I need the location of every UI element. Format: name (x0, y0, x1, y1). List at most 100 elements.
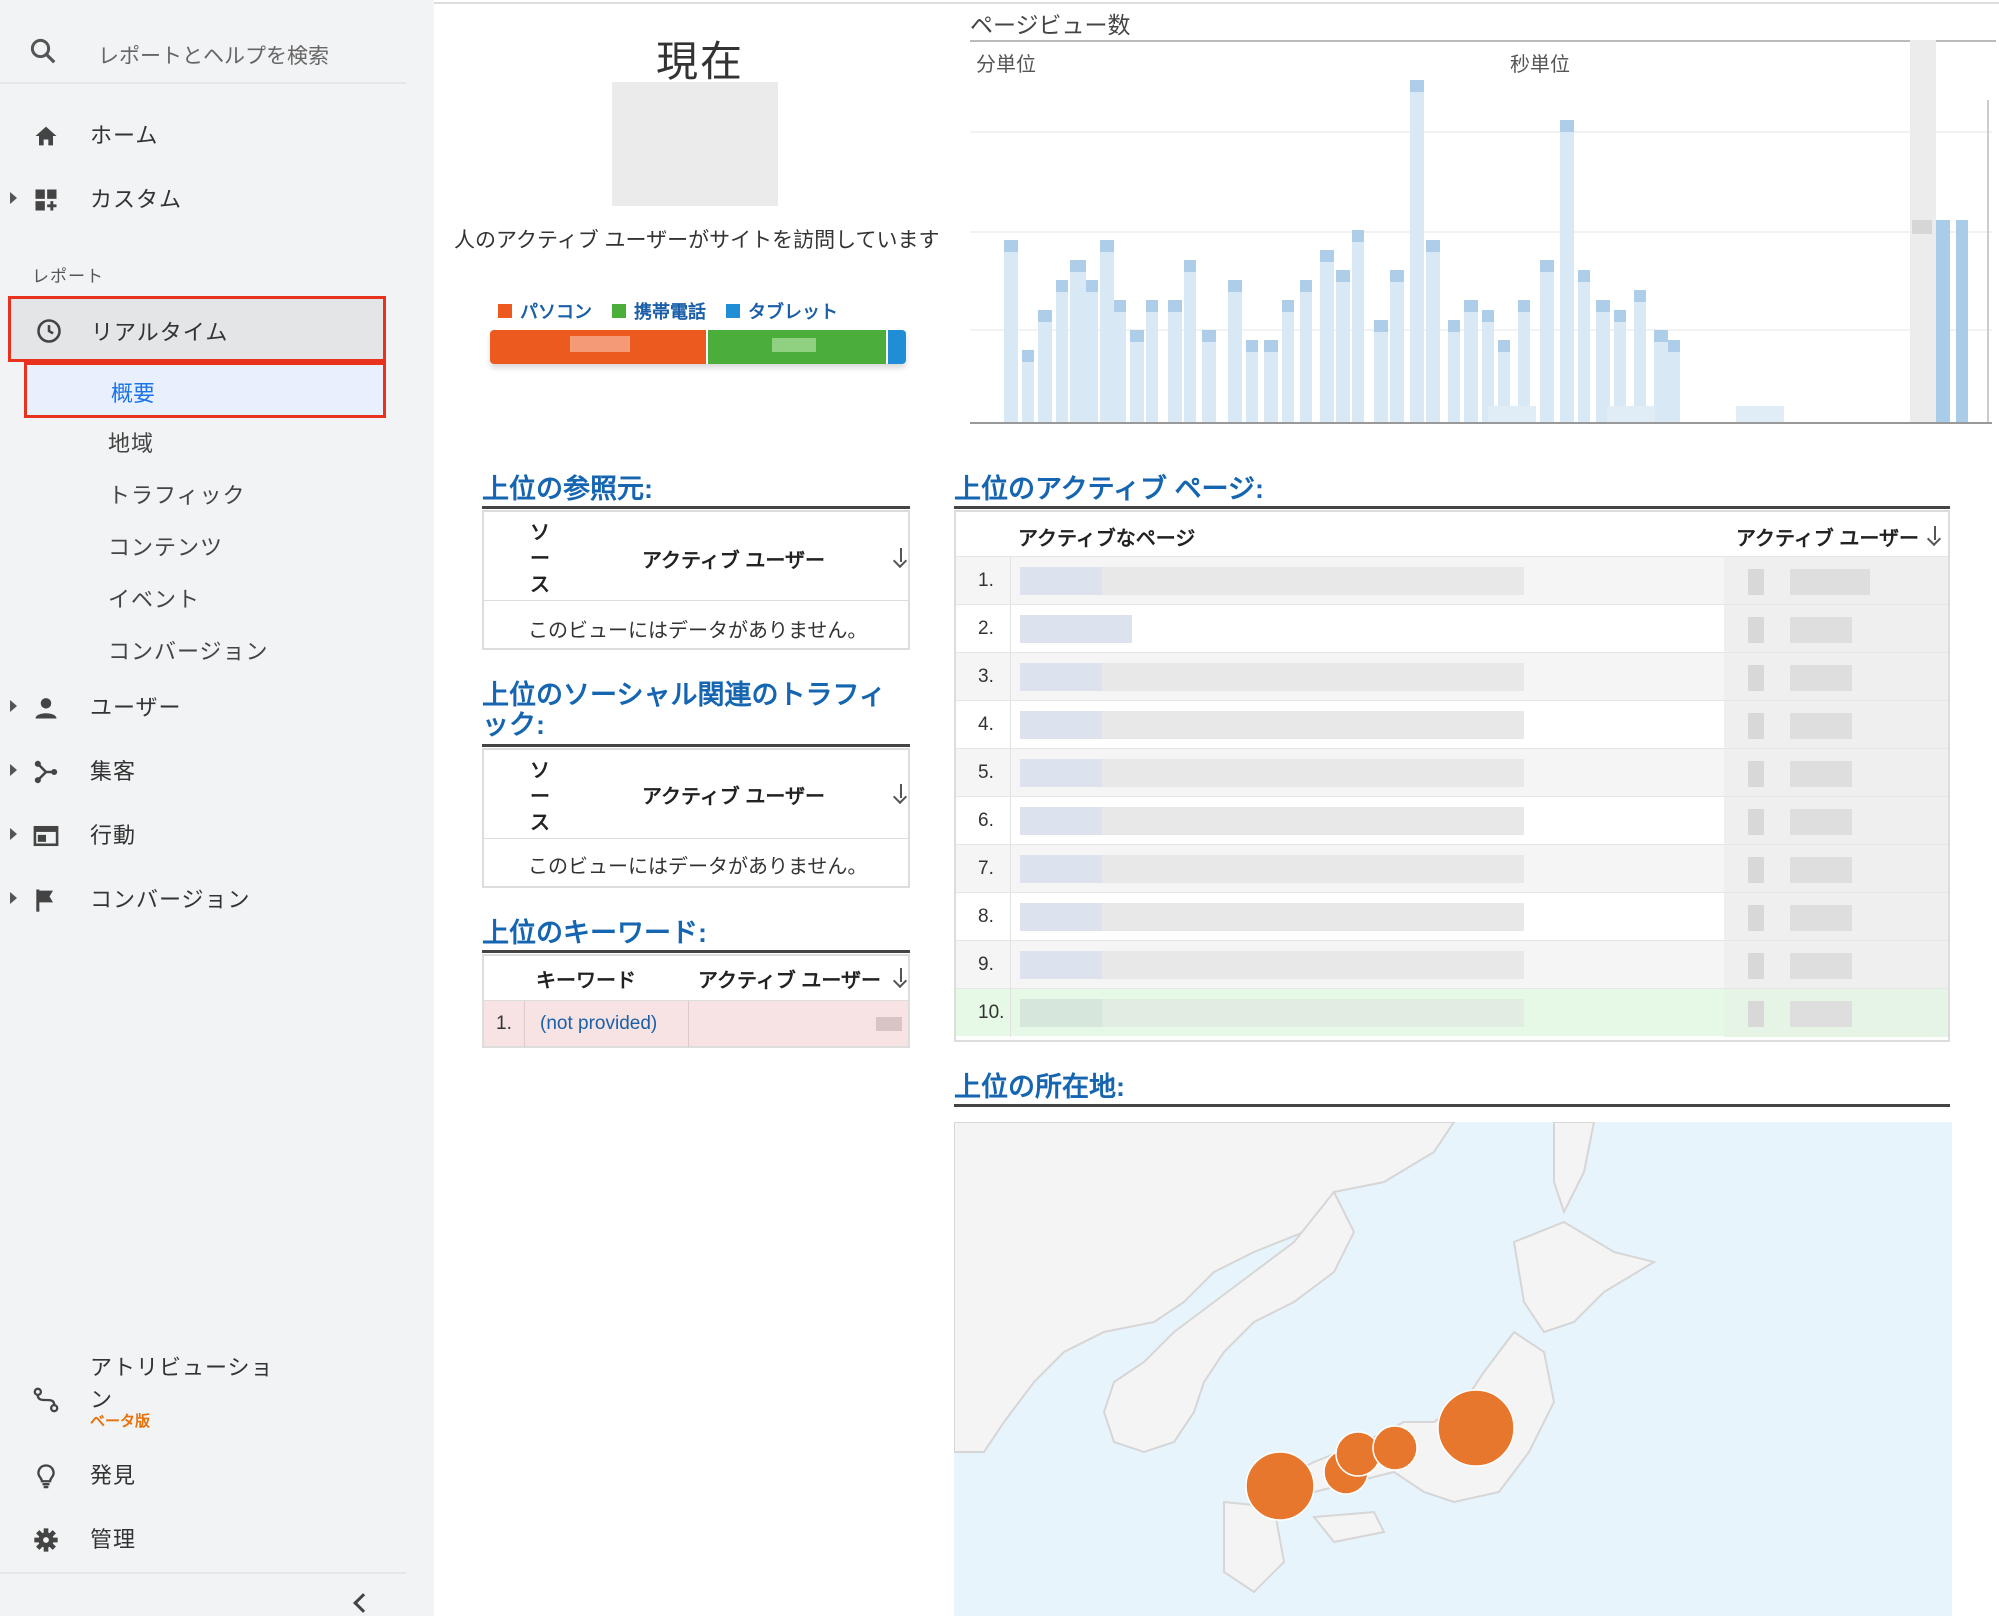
col-keyword-header[interactable]: キーワード (536, 964, 636, 993)
pageview-minute-bar-cap (1578, 270, 1590, 282)
divider (434, 2, 1999, 4)
row-number: 8. (978, 906, 994, 927)
table-row[interactable]: 5. (956, 748, 1948, 797)
pageview-minute-bar-cap (1300, 280, 1312, 292)
pageview-minute-bar (1100, 240, 1114, 423)
nav-realtime-conversions[interactable]: コンバージョン (108, 634, 269, 666)
pageviews-title: ページビュー数 (970, 12, 1131, 38)
pageview-minute-bar (1426, 240, 1440, 423)
nav-home[interactable]: ホーム (0, 104, 400, 164)
pageview-minute-bar (1596, 300, 1610, 423)
col-active-users-header[interactable]: アクティブ ユーザー (642, 544, 825, 573)
table-row[interactable]: 8. (956, 892, 1948, 941)
table-row[interactable]: 3. (956, 652, 1948, 701)
table-row[interactable]: 9. (956, 940, 1948, 989)
expand-caret-icon (10, 828, 17, 840)
nav-realtime-traffic[interactable]: トラフィック (108, 478, 246, 510)
legend-mobile: 携帯電話 (612, 298, 706, 324)
divider (954, 1104, 1950, 1107)
divider (0, 1572, 406, 1574)
locations-title: 上位の所在地: (954, 1072, 1125, 1102)
legend-swatch (612, 304, 626, 318)
social-title: 上位のソーシャル関連のトラフィ (482, 680, 886, 710)
search-bar[interactable]: レポートとヘルプを検索 (0, 20, 406, 84)
pageview-second-bar (1488, 406, 1536, 423)
legend-mobile-label: 携帯電話 (634, 302, 706, 322)
pageview-minute-bar (1038, 310, 1052, 423)
pageview-minute-bar-cap (1100, 240, 1114, 252)
pageview-minute-bar-cap (1464, 300, 1478, 312)
table-row[interactable]: 4. (956, 700, 1948, 749)
nav-conversion[interactable]: コンバージョン (0, 868, 400, 928)
location-bubble[interactable] (1372, 1425, 1418, 1471)
divider (482, 506, 910, 509)
col-active-page-header[interactable]: アクティブなページ (1018, 522, 1195, 551)
table-row[interactable]: 10. (956, 988, 1948, 1037)
pageview-minute-bar-cap (1022, 350, 1034, 362)
pageview-minute-bar-cap (1086, 280, 1098, 292)
pageview-minute-bar-cap (1498, 340, 1510, 352)
location-bubble[interactable] (1245, 1451, 1315, 1521)
nav-realtime-overview[interactable]: 概要 (24, 362, 386, 418)
nav-realtime[interactable]: リアルタイム (8, 296, 386, 362)
keyword-link[interactable]: (not provided) (540, 1013, 657, 1035)
pageview-minute-bar-cap (1070, 260, 1086, 272)
pageview-minute-bar-cap (1336, 270, 1350, 282)
table-row[interactable]: 2. (956, 604, 1948, 653)
expand-caret-icon (10, 892, 17, 904)
legend-swatch (498, 304, 512, 318)
beta-badge: ベータ版 (90, 1413, 151, 1430)
nav-acquisition[interactable]: 集客 (0, 740, 400, 800)
nav-users[interactable]: ユーザー (0, 676, 400, 736)
pageview-minute-bar (1056, 280, 1068, 423)
clock-icon (37, 319, 61, 343)
row-number: 4. (978, 714, 994, 735)
collapse-sidebar-icon[interactable] (353, 1593, 373, 1613)
col-active-users-header[interactable]: アクティブ ユーザー (1736, 522, 1919, 551)
table-row[interactable]: 1. (956, 556, 1948, 605)
sort-desc-icon[interactable] (900, 548, 902, 562)
nav-realtime-locations[interactable]: 地域 (108, 426, 154, 458)
nav-discover[interactable]: 発見 (0, 1444, 400, 1504)
home-icon (35, 126, 57, 146)
col-active-users-header[interactable]: アクティブ ユーザー (642, 780, 825, 809)
nav-behavior[interactable]: 行動 (0, 804, 400, 864)
col-source-header[interactable]: ソ ー ス (530, 758, 550, 836)
sort-desc-icon[interactable] (900, 784, 902, 798)
col-source-header[interactable]: ソ ー ス (530, 520, 550, 598)
pageview-second-bar (1736, 406, 1784, 423)
pageview-minute-bar-cap (1228, 280, 1242, 292)
pageview-minute-bar (1228, 280, 1242, 423)
no-data-message: このビューにはデータがありません。 (528, 856, 868, 878)
legend-swatch (726, 304, 740, 318)
pageview-minute-bar-cap (1654, 330, 1668, 342)
nav-admin[interactable]: 管理 (0, 1508, 400, 1568)
row-number: 7. (978, 858, 994, 879)
divider (482, 744, 910, 747)
table-row[interactable]: 6. (956, 796, 1948, 845)
pageview-minute-bar (1130, 330, 1144, 423)
nav-realtime-events[interactable]: イベント (108, 582, 200, 614)
pageview-minute-bar-cap (1518, 300, 1530, 312)
locations-map[interactable] (954, 1122, 1952, 1616)
referrals-table: ソ ー ス アクティブ ユーザー このビューにはデータがありません。 (482, 510, 910, 650)
col-active-users-header[interactable]: アクティブ ユーザー (698, 964, 881, 993)
now-title: 現在 (656, 38, 745, 85)
table-row[interactable]: 7. (956, 844, 1948, 893)
sort-desc-icon[interactable] (900, 968, 902, 982)
table-row[interactable]: 1. (not provided) (484, 1000, 908, 1047)
pageview-minute-bar-cap (1056, 280, 1068, 292)
nav-attribution[interactable]: アトリビューショ ン (0, 1340, 400, 1450)
nav-custom[interactable]: カスタム (0, 168, 400, 228)
location-bubble[interactable] (1437, 1389, 1515, 1467)
sort-desc-icon[interactable] (1934, 526, 1936, 540)
pageview-minute-bar-cap (1668, 340, 1680, 352)
mobile-segment (708, 330, 886, 364)
expand-caret-icon (10, 764, 17, 776)
redacted-value (876, 1017, 902, 1031)
pageview-minute-bar-cap (1596, 300, 1610, 312)
nav-realtime-content[interactable]: コンテンツ (108, 530, 223, 562)
pageview-minute-bar (1282, 300, 1294, 423)
pageview-minute-bar-cap (1426, 240, 1440, 252)
nav-discover-label: 発見 (90, 1463, 137, 1488)
